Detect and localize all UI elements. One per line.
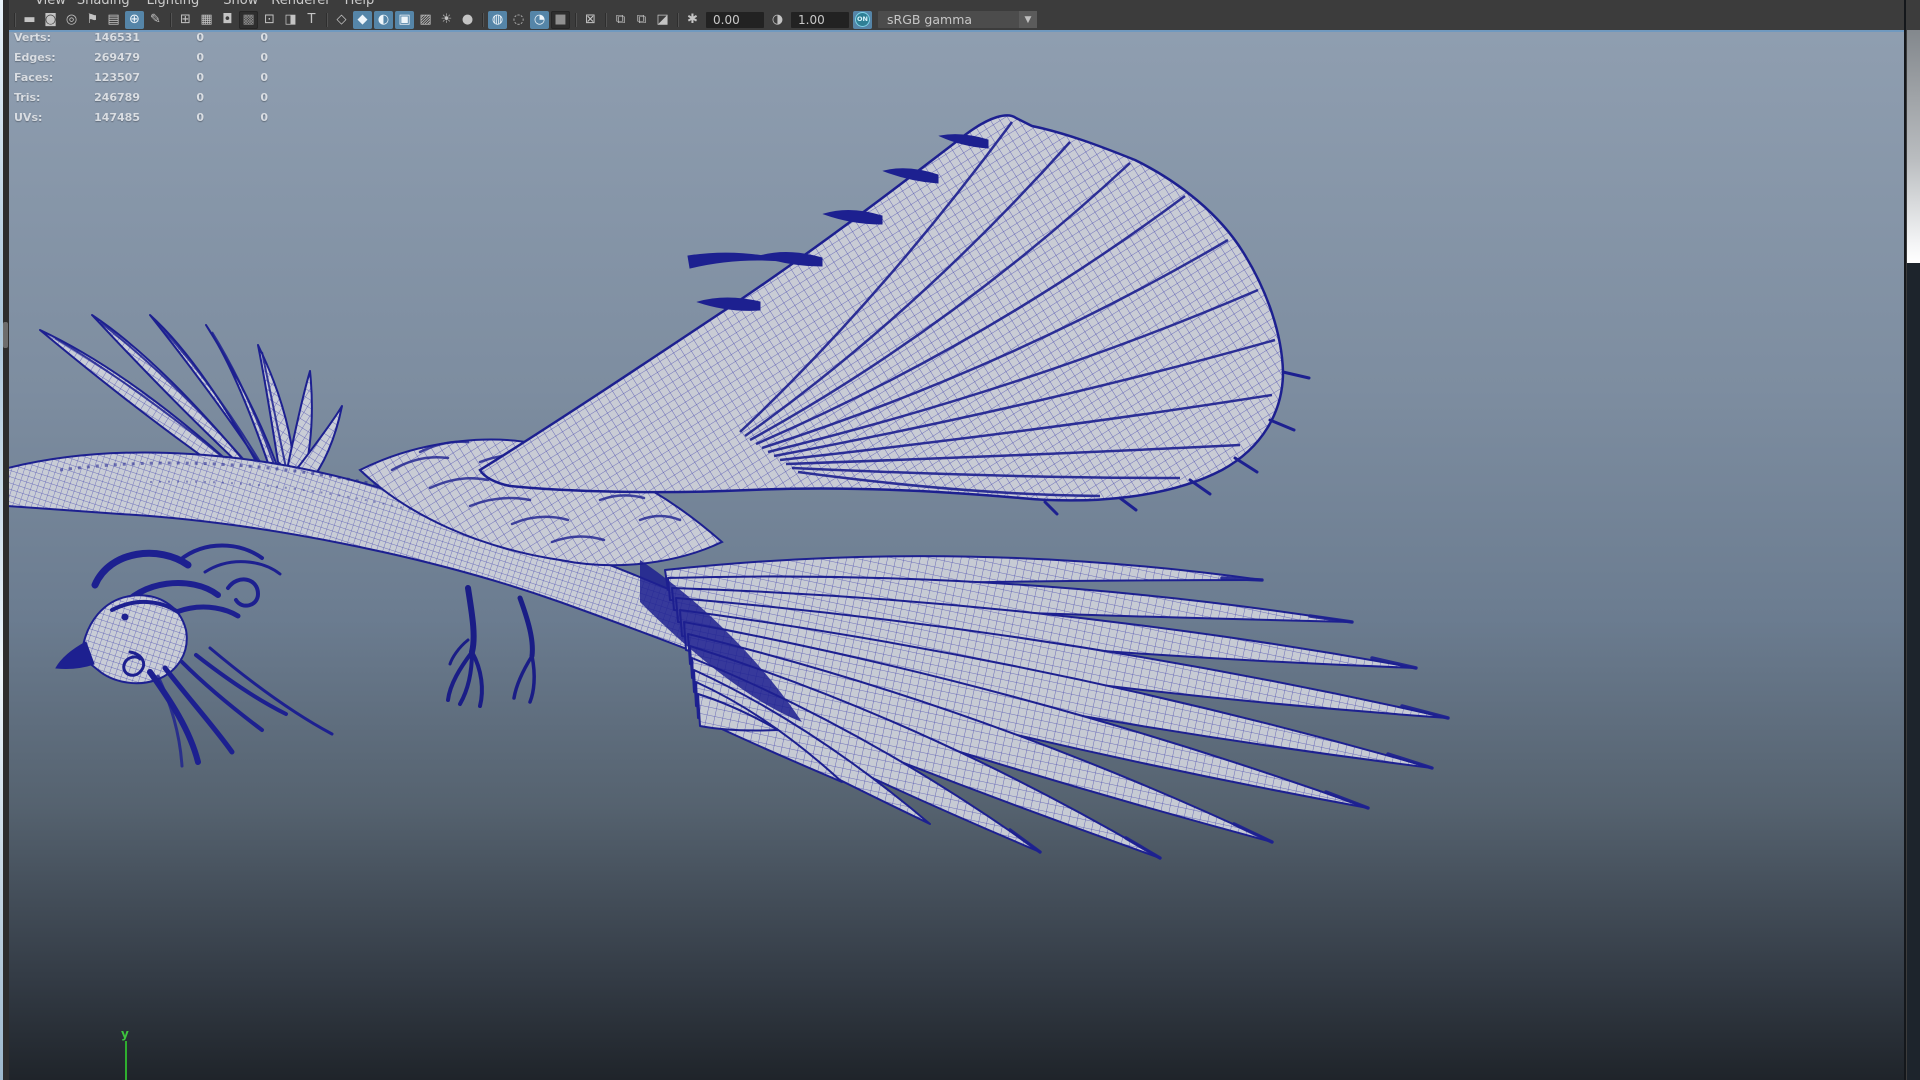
chevron-down-icon: ▼: [1019, 11, 1037, 28]
use-default-material-icon[interactable]: ▨: [416, 11, 435, 29]
right-rail-divider: [1904, 0, 1906, 1080]
menu-lighting[interactable]: Lighting: [147, 0, 200, 8]
menu-bar: View Shading Lighting Show Renderer Help: [9, 0, 1904, 9]
lock-camera-icon[interactable]: ◙: [41, 11, 60, 29]
wireframe-display-icon[interactable]: ◇: [332, 11, 351, 29]
xray-joints-icon[interactable]: ⧉: [632, 11, 651, 29]
panel-toolbar: ▬ ◙ ◎ ⚑ ▤ ⊕ ✎ ⊞ ▦ ◘ ▩ ⊡ ◨ T ◇ ◆ ◐ ▣ ▨ ☀ ● ◍ ◌ ◔ ■ ⊠ ⧉ ⧉ ◪ ✱ 0.00 ◑ 1.00 O…: [9, 9, 1904, 30]
view-transform-dropdown[interactable]: sRGB gamma ▼: [878, 11, 1037, 28]
occlusion-icon[interactable]: ◍: [488, 10, 507, 29]
left-panel-edge: [0, 0, 9, 1080]
hud-label: Verts:: [14, 30, 52, 44]
poly-count-hud: Verts: 146531 0 0 Edges: 269479 0 0 Faces: 123507…: [14, 30, 268, 127]
bookmark-view-icon[interactable]: ⚑: [83, 11, 102, 29]
isolate-select-icon[interactable]: ⊠: [581, 11, 600, 29]
hud-value: 0: [196, 30, 204, 44]
hud-value: 0: [260, 70, 268, 84]
grease-pencil-icon[interactable]: ✎: [146, 11, 165, 29]
lights-icon[interactable]: ☀: [437, 11, 456, 29]
camera-attributes-icon[interactable]: ◎: [62, 11, 81, 29]
hud-label: Faces:: [14, 70, 54, 84]
hud-label: Tris:: [14, 90, 41, 104]
select-camera-icon[interactable]: ▬: [20, 11, 39, 29]
scrollbar-track[interactable]: [1907, 263, 1920, 1080]
textured-display-icon[interactable]: ▣: [395, 10, 414, 29]
hud-row-uvs: UVs: 147485 0 0: [14, 107, 268, 127]
hud-value: 0: [260, 50, 268, 64]
pan-zoom-2d-icon[interactable]: ⊕: [125, 10, 144, 29]
hud-value: 0: [260, 90, 268, 104]
hud-value: 0: [196, 70, 204, 84]
left-panel-highlight: [0, 0, 3, 1080]
hud-value: 123507: [94, 70, 140, 84]
right-scroll-rail: [1904, 0, 1920, 1080]
menu-help[interactable]: Help: [345, 0, 375, 8]
hud-value: 269479: [94, 50, 140, 64]
hud-label: Edges:: [14, 50, 56, 64]
hud-row-faces: Faces: 123507 0 0: [14, 67, 268, 87]
toolbar-separator: [323, 12, 330, 28]
hud-row-edges: Edges: 269479 0 0: [14, 47, 268, 67]
toolbar-separator: [602, 12, 609, 28]
scrollbar-thumb[interactable]: [1907, 30, 1920, 263]
image-plane-icon[interactable]: ▤: [104, 11, 123, 29]
hud-value: 0: [260, 110, 268, 124]
toolbar-separator: [572, 12, 579, 28]
hud-value: 147485: [94, 110, 140, 124]
xray-active-components-icon[interactable]: ◪: [653, 11, 672, 29]
view-transform-value: sRGB gamma: [887, 12, 973, 27]
menu-view[interactable]: View: [35, 0, 66, 8]
wireframe-on-shaded-icon[interactable]: ◐: [374, 10, 393, 29]
anti-aliasing-icon[interactable]: ◔: [530, 10, 549, 29]
viewport[interactable]: Verts: 146531 0 0 Edges: 269479 0 0 Faces: 123507…: [9, 30, 1904, 1080]
axis-y-label: y: [121, 1027, 129, 1041]
hud-value: 0: [196, 110, 204, 124]
grid-icon[interactable]: ⊞: [176, 11, 195, 29]
field-chart-icon[interactable]: ⊡: [260, 11, 279, 29]
gate-mask-icon[interactable]: ▩: [239, 10, 258, 29]
hud-value: 0: [196, 50, 204, 64]
hud-row-verts: Verts: 146531 0 0: [14, 30, 268, 47]
xray-icon[interactable]: ⧉: [611, 11, 630, 29]
toolbar-separator: [674, 12, 681, 28]
film-gate-icon[interactable]: ▦: [197, 11, 216, 29]
wireframe-model-phoenix[interactable]: [9, 30, 1904, 1080]
hud-row-tris: Tris: 246789 0 0: [14, 87, 268, 107]
menu-shading[interactable]: Shading: [77, 0, 130, 8]
exposure-field[interactable]: 0.00: [706, 11, 764, 28]
view-axis-gizmo: y: [121, 1028, 141, 1080]
color-management-on-icon: ON: [855, 12, 870, 27]
menu-renderer[interactable]: Renderer: [271, 0, 330, 8]
contrast-field[interactable]: 1.00: [791, 11, 849, 28]
safe-title-icon[interactable]: T: [302, 11, 321, 29]
menu-show[interactable]: Show: [223, 0, 258, 8]
safe-action-icon[interactable]: ◨: [281, 11, 300, 29]
left-panel-handle[interactable]: [3, 322, 8, 348]
toolbar-separator: [11, 12, 18, 28]
depth-of-field-icon[interactable]: ■: [551, 10, 570, 29]
motion-blur-icon[interactable]: ◌: [509, 11, 528, 29]
shadows-icon[interactable]: ●: [458, 11, 477, 29]
hud-label: UVs:: [14, 110, 43, 124]
shaded-display-icon[interactable]: ◆: [353, 10, 372, 29]
hud-value: 246789: [94, 90, 140, 104]
contrast-icon[interactable]: ◑: [768, 11, 787, 29]
axis-y-line: [125, 1041, 127, 1080]
hud-value: 0: [196, 90, 204, 104]
exposure-icon[interactable]: ✱: [683, 11, 702, 29]
toolbar-separator: [479, 12, 486, 28]
hud-value: 0: [260, 30, 268, 44]
color-management-toggle[interactable]: ON: [853, 10, 872, 29]
hud-value: 146531: [94, 30, 140, 44]
toolbar-separator: [167, 12, 174, 28]
resolution-gate-icon[interactable]: ◘: [218, 11, 237, 29]
